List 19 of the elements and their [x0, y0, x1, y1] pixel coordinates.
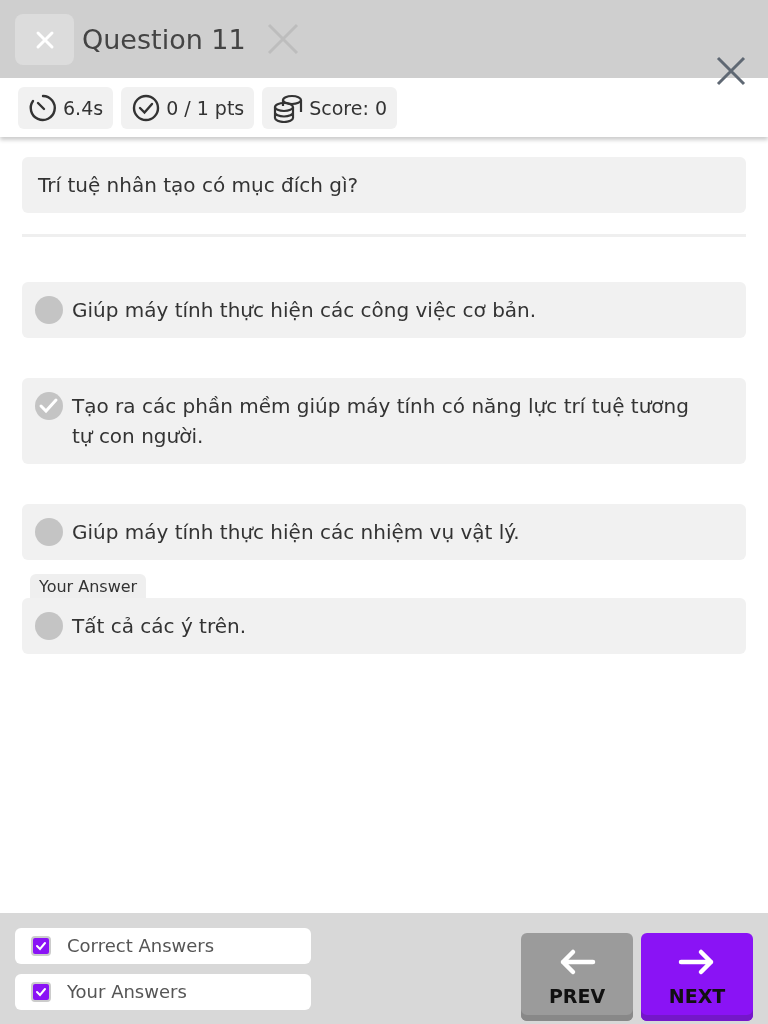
timer-icon: [28, 92, 58, 123]
answer-tag: Your Answer: [30, 574, 147, 598]
question-text: Trí tuệ nhân tạo có mục đích gì?: [22, 157, 746, 213]
checkbox[interactable]: [31, 935, 51, 956]
question-title: Question 11: [82, 23, 246, 55]
coins-icon: [272, 92, 305, 123]
stat-chip: Score: 0: [262, 86, 397, 129]
check-circle-icon: [131, 92, 162, 123]
close-icon[interactable]: [716, 56, 746, 86]
answer-option[interactable]: Giúp máy tính thực hiện các công việc cơ bản.: [22, 282, 746, 338]
stat-chip: 0 / 1 pts: [121, 86, 255, 129]
answer-option[interactable]: Tất cả các ý trên.: [22, 598, 746, 654]
answer-option[interactable]: Tạo ra các phần mềm giúp máy tính có năng lực trí tuệ tương tự con người.: [22, 378, 746, 464]
stat-chip: 6.4s: [18, 86, 114, 129]
filter-checkbox[interactable]: Correct Answers: [15, 927, 311, 964]
prev-button[interactable]: PREV: [521, 932, 633, 1021]
filter-checkbox[interactable]: Your Answers: [15, 973, 311, 1010]
answer-option[interactable]: Giúp máy tính thực hiện các nhiệm vụ vật lý.: [22, 504, 746, 560]
checkbox[interactable]: [31, 981, 51, 1002]
